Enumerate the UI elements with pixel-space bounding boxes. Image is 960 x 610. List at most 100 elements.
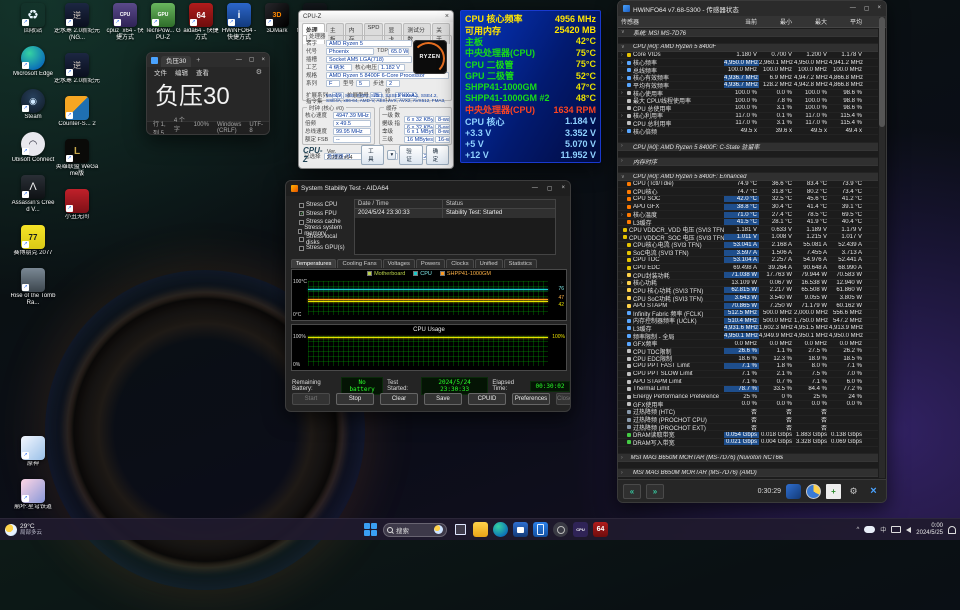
minimize-button[interactable]: — (850, 5, 856, 12)
expand-chevron-icon[interactable]: › (621, 52, 625, 58)
expand-all-button[interactable]: » (646, 484, 664, 499)
ok-button[interactable]: 确定 (426, 145, 449, 165)
sensor-row[interactable]: Thermal Limit 78.7 % 33.5 % 84.4 % 77.2 … (618, 386, 878, 394)
checkbox[interactable]: ✓ (299, 211, 304, 216)
expand-chevron-icon[interactable]: › (621, 143, 625, 149)
legend-checkbox-icon[interactable] (440, 271, 445, 276)
menu-edit[interactable]: 编辑 (175, 67, 188, 77)
sensor-row[interactable]: APU STAPM Limit 7.1 % 0.7 % 7.1 % 6.0 % (618, 378, 878, 386)
sensor-row[interactable]: ∨CPU [#0]: AMD Ryzen 5 8400F (618, 44, 878, 52)
stability-button[interactable]: Start (292, 393, 330, 405)
desktop-icon[interactable]: HWiNFO64 - 快捷方式 (220, 3, 258, 42)
col-max[interactable]: 最大 (794, 17, 829, 26)
expand-chevron-icon[interactable]: › (621, 128, 625, 134)
notifications-bell-icon[interactable] (948, 526, 956, 534)
taskbar-app-icon[interactable] (453, 522, 468, 537)
desktop-icon[interactable]: Ubisoft Connect (10, 132, 56, 164)
sensor-row[interactable]: ›MSI MAG B650M MORTAR (MS-7D76) (AMD) (618, 469, 878, 477)
taskbar-clock[interactable]: 0:00 2024/5/25 (916, 523, 943, 537)
legend-checkbox-icon[interactable] (413, 271, 418, 276)
stability-tab[interactable]: Voltages (383, 259, 415, 268)
maximize-button[interactable]: ▢ (249, 53, 255, 67)
menu-file[interactable]: 文件 (154, 67, 167, 77)
notepad-text-area[interactable]: 负压30 (147, 77, 269, 122)
sensor-row[interactable]: ›CPU [#0]: AMD Ryzen 5 8400F: C-State 驻留… (618, 143, 878, 151)
search-box[interactable]: 搜索 (383, 523, 447, 537)
desktop-icon[interactable]: 崩坏:星穹铁道 (10, 479, 56, 511)
aida64-osd-panel[interactable]: CPU 核心频率 4956 MHz 可用内存 25420 MB 主板 42°C … (460, 10, 601, 163)
start-button[interactable] (364, 523, 377, 536)
stability-button[interactable]: Save (424, 393, 462, 405)
stability-button[interactable]: Stop (336, 393, 374, 405)
sensor-row[interactable]: ∨系统: MSI MS-7D76 (618, 29, 878, 37)
stability-tab[interactable]: Statistics (504, 259, 537, 268)
taskbar-app-icon[interactable] (573, 522, 588, 537)
expand-chevron-icon[interactable]: › (621, 280, 625, 286)
sensor-row[interactable]: ›MSI MAG B650M MORTAR (MS-7D76) (Nuvoton… (618, 454, 878, 462)
stability-tab[interactable]: Temperatures (291, 259, 336, 268)
weather-widget[interactable]: 29°C 局部多云 (0, 523, 70, 536)
stability-button[interactable]: Preferences (512, 393, 550, 405)
tray-chevron-up-icon[interactable]: ^ (856, 527, 859, 533)
sensor-row[interactable]: CPU SoC功耗 (SVI3 TFN) 3.643 W 3.540 W 9.0… (618, 295, 878, 303)
desktop-icon[interactable]: 原神 (10, 436, 56, 468)
ime-indicator[interactable]: 中 (880, 525, 886, 534)
expand-chevron-icon[interactable]: › (621, 212, 625, 218)
hwinfo-titlebar[interactable]: HWiNFO64 v7.68-5300 - 传感器状态 — ▢ × (618, 1, 886, 16)
zoom-level[interactable]: 100% (194, 122, 209, 134)
expand-chevron-icon[interactable]: › (621, 90, 625, 96)
scrollbar-thumb[interactable] (879, 17, 885, 127)
legend-checkbox-icon[interactable] (367, 271, 372, 276)
desktop-icon[interactable]: 回收站 (10, 3, 56, 35)
sensor-row[interactable]: ›内存时序 (618, 158, 878, 166)
minimize-button[interactable]: — (532, 185, 538, 192)
sensor-row[interactable] (618, 447, 878, 455)
stress-option[interactable]: Stress GPU(s) (292, 244, 352, 253)
sensor-row[interactable]: ›核心倍频 49.5 x 39.6 x 49.5 x 49.4 x (618, 128, 878, 136)
expand-chevron-icon[interactable]: › (621, 75, 625, 81)
cpuz-titlebar[interactable]: CPU-Z × (299, 11, 453, 22)
checkbox[interactable] (299, 246, 304, 251)
network-icon[interactable] (891, 526, 901, 533)
desktop-icon[interactable]: Microsoft Edge (10, 46, 56, 78)
desktop-icon[interactable]: 3DMark (258, 3, 296, 42)
expand-chevron-icon[interactable]: › (621, 60, 625, 66)
legend-item[interactable]: Motherboard (367, 271, 405, 277)
close-button[interactable]: × (261, 53, 265, 67)
checkbox[interactable] (299, 203, 304, 208)
sensor-row[interactable]: CPU PPT FAST Limit 7.1 % 1.8 % 8.0 % 7.1… (618, 363, 878, 371)
col-avg[interactable]: 平均 (829, 17, 864, 26)
taskbar-app-icon[interactable] (513, 522, 528, 537)
sensor-row[interactable]: CPU EDC限制 18.6 % 12.3 % 18.9 % 18.5 % (618, 356, 878, 364)
sensor-row[interactable]: ∨CPU [#0]: AMD Ryzen 5 8400F: Enhanced (618, 173, 878, 181)
close-test-button[interactable]: Close (556, 393, 571, 405)
expand-chevron-icon[interactable]: › (621, 470, 625, 476)
hwinfo-sensor-list[interactable]: ∨系统: MSI MS-7D76 ∨CPU [#0]: AMD Ryzen 5 … (618, 29, 878, 478)
checkbox[interactable] (299, 220, 304, 225)
legend-item[interactable]: CPU (413, 271, 432, 277)
sensor-row[interactable] (618, 37, 878, 45)
close-button[interactable]: × (445, 13, 449, 20)
sensor-row[interactable]: CPU TDC 53.104 A 2.257 A 54.976 A 52.441… (618, 257, 878, 265)
desktop-icon[interactable]: TechPow... GPU-Z (144, 3, 182, 42)
onedrive-cloud-icon[interactable] (864, 526, 875, 533)
sensor-row[interactable]: SoC电流 (SVI3 TFN) 3.597 A 1.506 A 7.455 A… (618, 249, 878, 257)
stability-log-table[interactable]: Date / TimeStatus 2024/5/24 23:30:33Stab… (354, 199, 556, 255)
notepad-tab[interactable]: 负压30 (161, 56, 191, 67)
desktop-icon[interactable]: Rise of the Tomb Ra... (10, 268, 56, 307)
stability-titlebar[interactable]: System Stability Test - AIDA64 — ▢ × (286, 181, 570, 196)
sensor-row[interactable]: CPU PPT SLOW Limit 7.1 % 2.1 % 7.5 % 7.0… (618, 371, 878, 379)
stability-tab[interactable]: Clocks (446, 259, 473, 268)
volume-icon[interactable] (906, 527, 911, 533)
legend-item[interactable]: SHPP41-1000GM (440, 271, 491, 277)
col-current[interactable]: 当前 (724, 17, 759, 26)
desktop-icon[interactable]: 小丑无间 (54, 189, 100, 221)
sensor-row[interactable]: DRAM写入带宽 0.021 Gbps 0.004 Gbps 3.328 Gbp… (618, 439, 878, 447)
desktop-icon[interactable]: cpuz_x64 - 快捷方式 (106, 3, 144, 42)
expand-chevron-icon[interactable]: › (621, 158, 625, 164)
col-min[interactable]: 最小 (759, 17, 794, 26)
desktop-icon[interactable]: Counter-S... 2 (54, 96, 100, 128)
checkbox[interactable] (299, 237, 304, 242)
checkbox[interactable] (298, 229, 302, 234)
taskbar-app-icon[interactable] (553, 522, 568, 537)
